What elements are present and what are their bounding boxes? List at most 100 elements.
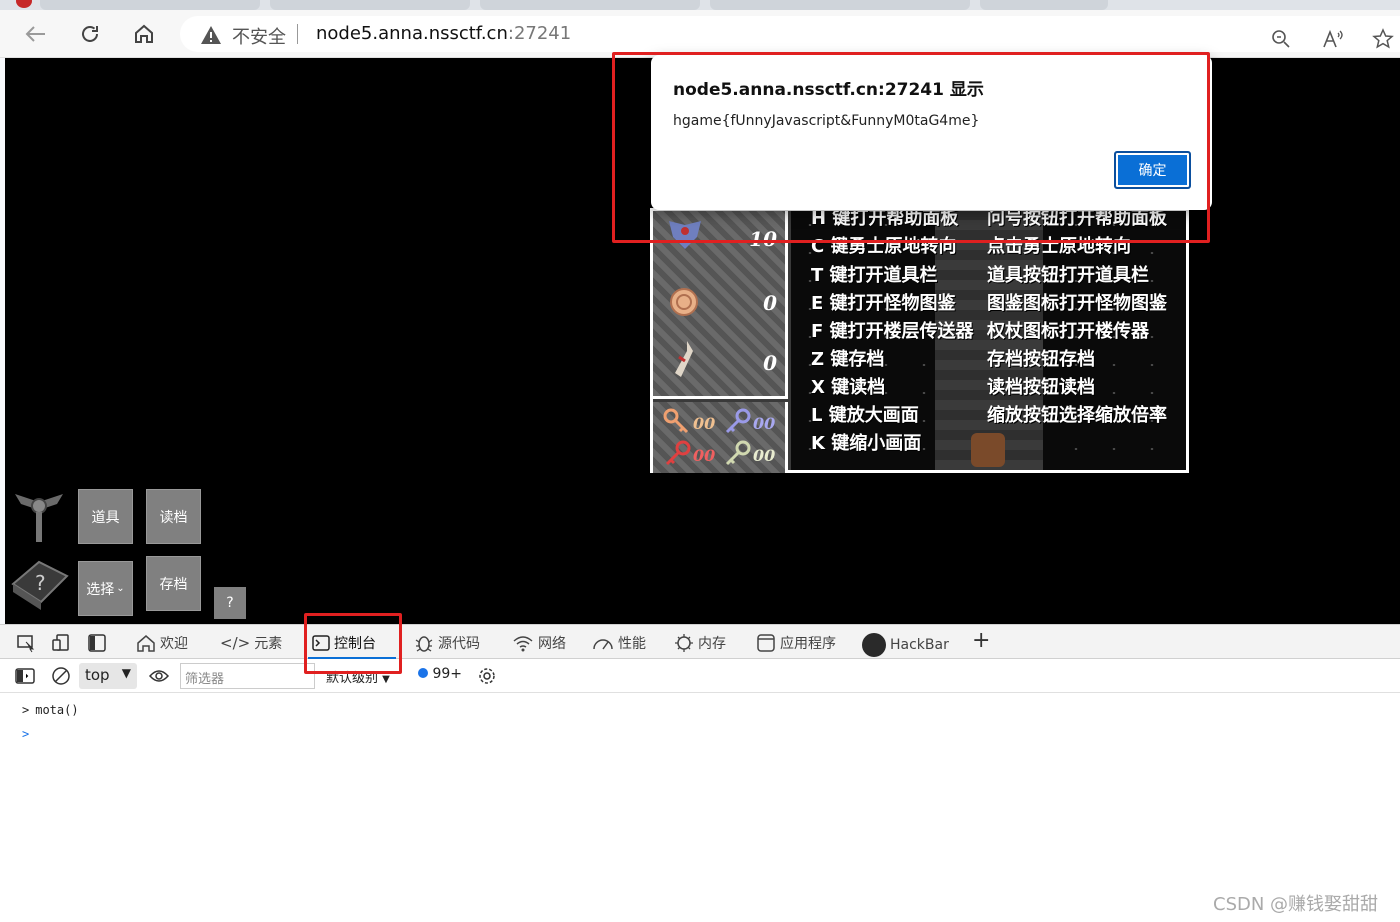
clear-icon bbox=[52, 667, 70, 685]
gear-icon bbox=[479, 668, 495, 684]
home-icon bbox=[135, 24, 153, 43]
hero-sprite bbox=[971, 433, 1005, 467]
wifi-icon bbox=[513, 636, 533, 652]
reload-button[interactable] bbox=[74, 18, 106, 50]
device-icon bbox=[52, 634, 69, 651]
devtools-tabbar: 欢迎 </> 元素 控制台 源代码 网络 性能 内存 应用程序 HackBar … bbox=[0, 624, 1400, 660]
help-line-left: L 键放大画面 bbox=[811, 405, 919, 426]
tab-label: HackBar bbox=[890, 637, 949, 653]
tab-sources[interactable]: 源代码 bbox=[414, 633, 480, 653]
load-button[interactable]: 读档 bbox=[146, 489, 201, 544]
scepter-icon[interactable] bbox=[11, 486, 67, 546]
browser-tab[interactable] bbox=[480, 0, 700, 10]
help-line-left: K 键缩小画面 bbox=[811, 433, 922, 454]
yellow-key-count: 00 bbox=[663, 408, 723, 438]
red-key-icon bbox=[665, 440, 691, 466]
browser-toolbar: 不安全 node5.anna.nssctf.cn:27241 bbox=[0, 10, 1400, 58]
arrow-left-icon bbox=[25, 26, 45, 42]
dock-button[interactable] bbox=[86, 632, 108, 654]
address-separator bbox=[297, 24, 298, 44]
tab-label: 内存 bbox=[698, 636, 726, 652]
zoom-icon bbox=[1272, 30, 1290, 48]
status-row-exp: 0 bbox=[659, 339, 783, 389]
gold-coin-icon bbox=[670, 288, 698, 316]
device-emulation-button[interactable] bbox=[50, 632, 72, 654]
console-sidebar-button[interactable] bbox=[14, 665, 36, 687]
tab-elements[interactable]: </> 元素 bbox=[220, 633, 282, 653]
browser-tab[interactable] bbox=[270, 0, 470, 10]
help-line-right: 存档按钮存档 bbox=[987, 349, 1095, 370]
caret-down-icon: ▼ bbox=[121, 666, 131, 680]
console-prompt[interactable]: > bbox=[22, 727, 29, 741]
tab-hackbar[interactable]: HackBar bbox=[862, 633, 949, 657]
add-tool-button[interactable]: + bbox=[972, 628, 990, 653]
monster-book-icon[interactable]: ? bbox=[9, 556, 71, 614]
yellow-key-value: 00 bbox=[693, 414, 716, 433]
url-port: :27241 bbox=[507, 23, 572, 44]
help-line-left: T 键打开道具栏 bbox=[811, 265, 938, 286]
yellow-key-icon bbox=[663, 408, 689, 434]
game-board: 10 0 0 00 00 00 00 H 键打开帮助面板 C 键勇士原地转向 T… bbox=[650, 208, 1189, 473]
browser-tab[interactable] bbox=[40, 0, 260, 10]
inspect-button[interactable] bbox=[15, 632, 37, 654]
chevron-right-icon: > bbox=[22, 727, 30, 741]
items-button[interactable]: 道具 bbox=[78, 489, 133, 544]
tab-label: 性能 bbox=[618, 636, 646, 652]
live-expression-button[interactable] bbox=[148, 665, 170, 687]
console-settings-button[interactable] bbox=[476, 665, 498, 687]
help-button[interactable]: ? bbox=[214, 587, 246, 619]
exp-scroll-icon bbox=[675, 341, 693, 377]
message-icon bbox=[418, 668, 428, 678]
home-icon bbox=[137, 635, 155, 652]
browser-tab[interactable] bbox=[980, 0, 1108, 10]
chevron-down-icon: ⌄ bbox=[116, 583, 125, 594]
red-key-value: 00 bbox=[693, 446, 716, 465]
zoom-select[interactable]: 选择 ⌄ bbox=[78, 561, 133, 616]
refresh-icon bbox=[82, 25, 98, 42]
green-key-icon bbox=[725, 440, 751, 466]
favorite-button[interactable] bbox=[1368, 24, 1398, 54]
keys-panel: 00 00 00 00 bbox=[653, 402, 788, 473]
inspect-icon bbox=[17, 635, 35, 653]
tab-memory[interactable]: 内存 bbox=[674, 633, 726, 653]
status-row-gold: 0 bbox=[659, 279, 783, 329]
tab-welcome[interactable]: 欢迎 bbox=[136, 633, 188, 653]
green-key-value: 00 bbox=[753, 446, 776, 465]
issues-count: 99+ bbox=[432, 666, 462, 682]
tab-network[interactable]: 网络 bbox=[512, 633, 566, 653]
highlight-box-console-tab bbox=[304, 613, 402, 674]
blue-key-value: 00 bbox=[753, 414, 776, 433]
status-gold-value: 0 bbox=[763, 291, 777, 315]
zoom-button[interactable] bbox=[1266, 24, 1296, 54]
browser-tab[interactable] bbox=[710, 0, 970, 10]
insecure-label: 不安全 bbox=[232, 27, 286, 48]
devtools-panel: 欢迎 </> 元素 控制台 源代码 网络 性能 内存 应用程序 HackBar … bbox=[0, 624, 1400, 922]
help-line-left: Z 键存档 bbox=[811, 349, 885, 370]
tab-performance[interactable]: 性能 bbox=[592, 633, 646, 653]
svg-text:?: ? bbox=[35, 571, 46, 595]
status-exp-value: 0 bbox=[763, 351, 777, 375]
save-button[interactable]: 存档 bbox=[146, 556, 201, 611]
address-bar[interactable]: 不安全 node5.anna.nssctf.cn:27241 bbox=[180, 16, 1400, 52]
home-button[interactable] bbox=[128, 18, 160, 50]
watermark: CSDN @赚钱娶甜甜 bbox=[1213, 894, 1379, 915]
blue-key-icon bbox=[725, 408, 751, 434]
help-line-right: 读档按钮读档 bbox=[987, 377, 1095, 398]
clear-console-button[interactable] bbox=[50, 665, 72, 687]
filter-input[interactable]: 筛选器 bbox=[180, 663, 315, 689]
tab-label: 应用程序 bbox=[780, 636, 836, 652]
tab-application[interactable]: 应用程序 bbox=[756, 633, 836, 653]
issues-counter[interactable]: 99+ bbox=[418, 666, 462, 682]
console-entry: > mota() bbox=[22, 703, 79, 717]
zoom-select-label: 选择 bbox=[86, 581, 115, 598]
console-output[interactable]: > mota() > bbox=[0, 693, 1400, 922]
plus-icon: + bbox=[972, 628, 991, 653]
help-line-left: F 键打开楼层传送器 bbox=[811, 321, 974, 342]
blue-key-count: 00 bbox=[723, 408, 783, 438]
star-icon bbox=[1372, 28, 1394, 49]
context-select[interactable]: top ▼ bbox=[79, 663, 137, 689]
read-aloud-button[interactable] bbox=[1318, 24, 1348, 54]
help-line-right: 图鉴图标打开怪物图鉴 bbox=[987, 293, 1167, 314]
highlight-box-dialog bbox=[612, 52, 1210, 243]
back-button[interactable] bbox=[20, 18, 52, 50]
